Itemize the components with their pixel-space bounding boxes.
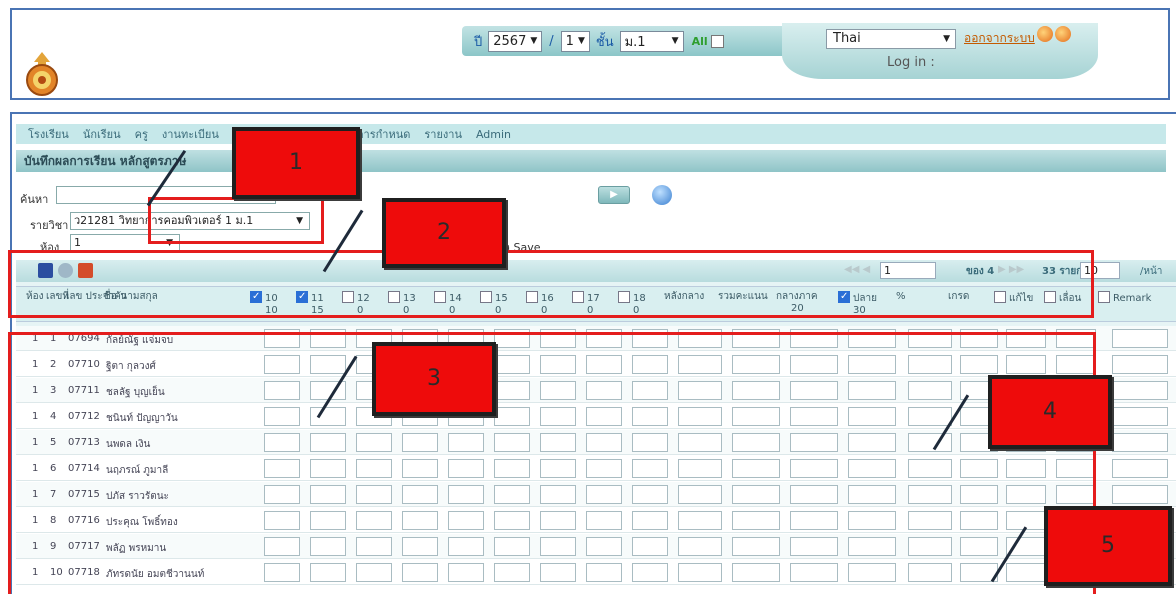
top-header: ปี 2567 ▼ / 1 ▼ ชั้น ม.1 ▼ All Thai ▼ ออกจาก… xyxy=(10,8,1170,100)
school-logo-icon xyxy=(22,48,62,98)
menu-item-students[interactable]: นักเรียน xyxy=(83,125,121,143)
annotation-box-toolbar-header xyxy=(8,250,1094,318)
period-selector-bar: ปี 2567 ▼ / 1 ▼ ชั้น ม.1 ▼ All xyxy=(462,26,797,56)
menu-item-reports[interactable]: รายงาน xyxy=(424,125,462,143)
help-icon[interactable] xyxy=(652,185,672,205)
all-label: All xyxy=(691,34,708,48)
class-select[interactable]: ม.1 ▼ xyxy=(619,30,684,52)
callout-1: 1 xyxy=(232,127,360,199)
menu-item-registration[interactable]: งานทะเบียน xyxy=(162,125,219,143)
column-label: Remark xyxy=(1113,293,1152,304)
all-checkbox[interactable] xyxy=(710,34,724,48)
menu-item-settings[interactable]: การกำหนด xyxy=(357,125,411,143)
year-label: ปี xyxy=(474,34,483,50)
per-page-label: /หน้า xyxy=(1140,266,1163,277)
annotation-box-table-body xyxy=(8,332,1096,594)
language-select[interactable]: Thai ▼ xyxy=(826,29,956,49)
chevron-down-icon: ▼ xyxy=(943,34,950,44)
main-menu: โรงเรียน นักเรียน ครู งานทะเบียน การกำหน… xyxy=(16,124,1166,144)
login-label: Log in : xyxy=(887,55,935,70)
score-input[interactable] xyxy=(1112,407,1168,426)
column-checkbox[interactable] xyxy=(1098,291,1110,303)
logout-icon xyxy=(1037,26,1053,42)
search-label: ค้นหา xyxy=(20,193,49,206)
chevron-down-icon: ▼ xyxy=(577,36,585,46)
callout-4: 4 xyxy=(988,375,1112,449)
score-input[interactable] xyxy=(1112,329,1168,348)
power-icon xyxy=(1055,26,1071,42)
term-select[interactable]: 1 ▼ xyxy=(560,30,590,52)
chevron-down-icon: ▼ xyxy=(530,36,538,46)
column-header[interactable]: Remark xyxy=(1098,291,1151,305)
annotation-box-subject xyxy=(148,197,324,244)
score-input[interactable] xyxy=(1112,485,1168,504)
go-button[interactable]: ▶ xyxy=(598,186,630,204)
subject-label: รายวิชา xyxy=(30,219,69,232)
score-input[interactable] xyxy=(1112,381,1168,400)
chevron-down-icon: ▼ xyxy=(671,36,679,46)
year-select[interactable]: 2567 ▼ xyxy=(488,30,543,52)
page-title: บันทึกผลการเรียน หลักสูตรภาษ xyxy=(16,150,1166,172)
separator: / xyxy=(549,33,554,49)
score-input[interactable] xyxy=(1112,433,1168,452)
language-bar: Thai ▼ ออกจากระบบ Log in : xyxy=(782,23,1098,79)
class-label: ชั้น xyxy=(595,34,614,50)
logout-icons[interactable] xyxy=(1037,26,1071,42)
menu-item-teachers[interactable]: ครู xyxy=(135,125,148,143)
callout-3: 3 xyxy=(372,342,496,416)
score-input[interactable] xyxy=(1112,459,1168,478)
menu-item-school[interactable]: โรงเรียน xyxy=(28,125,69,143)
logout-link[interactable]: ออกจากระบบ xyxy=(964,29,1035,48)
callout-5: 5 xyxy=(1044,506,1172,586)
score-input[interactable] xyxy=(1112,355,1168,374)
callout-2: 2 xyxy=(382,198,506,268)
menu-item-admin[interactable]: Admin xyxy=(476,128,511,141)
